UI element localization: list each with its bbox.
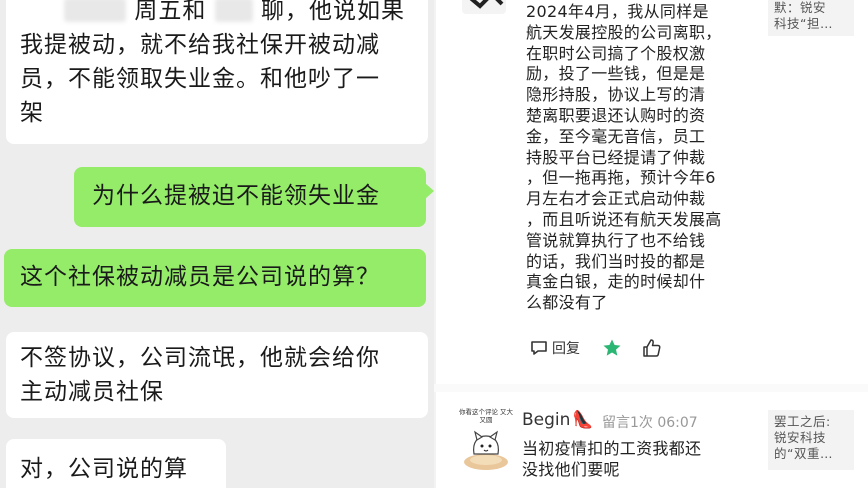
- reply-meta: 留言1次 06:07: [602, 415, 698, 431]
- comment-line: ，但一拖再拖，预计今年6: [526, 168, 716, 188]
- avatar[interactable]: 你看这个评论 又大又圆: [458, 408, 514, 474]
- chat-line: 员，不能领取失业金。和他吵了一: [20, 66, 380, 92]
- chat-line: 我提被动，就不给我社保开被动减: [20, 32, 380, 58]
- comment-line: ，而且听说还有航天发展高: [526, 209, 722, 229]
- comment-line: 航天发展控股的公司离职，: [526, 22, 722, 42]
- reply-line: 当初疫情扣的工资我都还: [522, 439, 702, 458]
- thumbs-up-icon: [643, 339, 661, 357]
- like-button[interactable]: [642, 338, 662, 358]
- chat-bubble-outgoing: 为什么提被迫不能领失业金: [74, 167, 434, 227]
- reply-line: 没找他们要呢: [522, 460, 620, 479]
- card-line: 的“双重…: [774, 446, 833, 461]
- bubble-tail: [425, 183, 434, 199]
- comment-line: 管说就算执行了也不给钱: [526, 230, 706, 250]
- related-article-card[interactable]: 罢工之后: 锐安科技 的“双重…: [768, 410, 854, 470]
- card-line: 科技“担…: [774, 16, 833, 31]
- chat-line: 周五和 聊，他说如果: [20, 0, 414, 28]
- chat-line: 为什么提被迫不能领失业金: [92, 183, 380, 209]
- card-line: 默：锐安: [774, 0, 827, 15]
- related-article-card[interactable]: 默：锐安 科技“担…: [768, 0, 854, 36]
- comment-bubble-icon: [531, 341, 547, 355]
- reply-body: 当初疫情扣的工资我都还 没找他们要呢: [522, 438, 762, 480]
- comment-body: 2024年4月，我从同样是 航天发展控股的公司离职， 在职时公司搞了个股权激 励…: [526, 2, 764, 314]
- reply-author[interactable]: Begin 👠: [522, 410, 594, 430]
- chat-line-text: 聊，他说如果: [260, 0, 405, 24]
- comment-line: 持股平台已经提请了仲裁: [526, 147, 706, 167]
- chat-line-text: 周五和: [134, 0, 207, 24]
- comment-line: 月左右才会正式启动仲裁: [526, 189, 706, 209]
- comment-actions: 回复: [530, 338, 662, 358]
- chat-bubble-incoming: 对，公司说的算: [6, 439, 226, 488]
- comment-line: 楚离职要退还认购时的资: [526, 105, 706, 125]
- card-line: 罢工之后:: [774, 414, 831, 429]
- comment-line: 2024年4月，我从同样是: [526, 2, 709, 21]
- chat-bubble-outgoing: 这个社保被动减员是公司说的算？: [4, 249, 426, 307]
- comment-line: 金，至今毫无音信，员工: [526, 126, 706, 146]
- star-button[interactable]: [602, 338, 622, 358]
- chat-line: 主动减员社保: [20, 379, 164, 405]
- reply-label: 回复: [552, 341, 580, 357]
- comment-line: 在职时公司搞了个股权激: [526, 43, 706, 63]
- chat-line: 不签协议，公司流氓，他就会给你: [20, 345, 380, 371]
- comment-line: 隐形持股，协议上写的清: [526, 85, 706, 105]
- comment-line: 真金白银，走的时候却什: [526, 272, 706, 292]
- chat-screenshot: 周五和 聊，他说如果 我提被动，就不给我社保开被动减 员，不能领取失业金。和他吵…: [0, 0, 434, 488]
- high-heel-icon: 👠: [572, 410, 594, 430]
- chat-bubble-incoming: 不签协议，公司流氓，他就会给你 主动减员社保: [6, 332, 428, 418]
- redacted-name: [214, 0, 253, 22]
- avatar[interactable]: [462, 0, 506, 14]
- reply-button[interactable]: 回复: [530, 338, 580, 358]
- comment-line: 的话，我们当时投的都是: [526, 251, 706, 271]
- chat-line: 对，公司说的算: [20, 456, 188, 482]
- card-line: 锐安科技: [774, 430, 827, 445]
- chat-line: 架: [20, 100, 44, 126]
- chat-bubble-incoming: 周五和 聊，他说如果 我提被动，就不给我社保开被动减 员，不能领取失业金。和他吵…: [6, 0, 428, 144]
- section-divider: [434, 384, 868, 392]
- chat-line: 这个社保被动减员是公司说的算？: [20, 264, 380, 290]
- author-name: Begin: [522, 410, 571, 430]
- star-icon: [603, 339, 621, 356]
- cat-sticker-icon: [464, 430, 508, 470]
- sticker-caption: 你看这个评论 又大又圆: [458, 408, 514, 424]
- comment-line: 么都没有了: [526, 293, 608, 313]
- redacted-name: [64, 0, 126, 22]
- comment-line: 励，投了一些钱，但是是: [526, 64, 706, 84]
